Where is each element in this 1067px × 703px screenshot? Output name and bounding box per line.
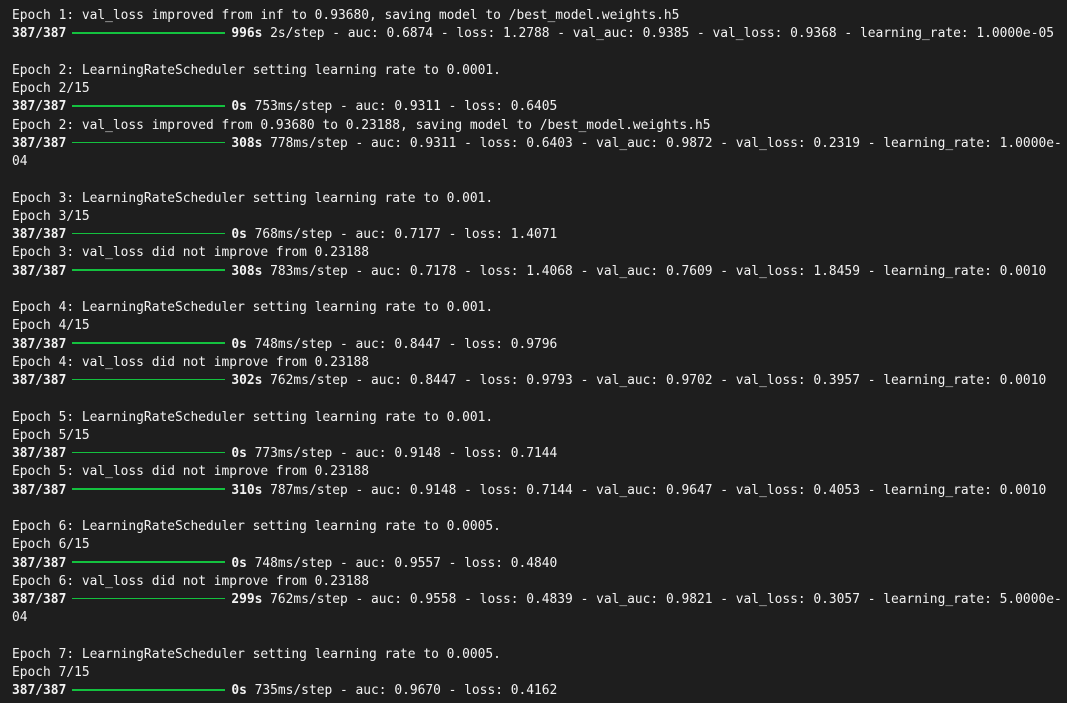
progress-line: 387/387 302s 762ms/step - auc: 0.8447 - l… — [12, 372, 1062, 390]
metrics-text: 748ms/step - auc: 0.8447 - loss: 0.9796 — [246, 336, 558, 352]
elapsed-time: 0s — [231, 683, 247, 699]
progress-bar — [72, 488, 226, 490]
step-counter: 387/387 — [12, 135, 67, 151]
log-line: Epoch 6/15 — [12, 537, 90, 553]
step-counter: 387/387 — [12, 446, 67, 461]
metrics-text: 783ms/step - auc: 0.7178 - loss: 1.4068 … — [262, 263, 1047, 279]
log-line: Epoch 4: LearningRateScheduler setting l… — [12, 300, 494, 315]
step-counter: 387/387 — [12, 336, 67, 352]
progress-bar — [72, 141, 226, 143]
log-line: Epoch 2: val_loss improved from 0.93680 … — [12, 117, 711, 133]
log-line: Epoch 1: val_loss improved from inf to 0… — [12, 8, 680, 23]
log-line: Epoch 6: LearningRateScheduler setting l… — [12, 519, 501, 534]
elapsed-time: 0s — [231, 555, 247, 571]
log-line: 04 — [12, 610, 28, 626]
progress-line: 387/387 308s 778ms/step - auc: 0.9311 - l… — [12, 135, 1062, 153]
metrics-text: 748ms/step - auc: 0.9557 - loss: 0.4840 — [246, 555, 558, 571]
metrics-text: 762ms/step - auc: 0.8447 - loss: 0.9793 … — [262, 373, 1047, 388]
elapsed-time: 310s — [231, 482, 263, 498]
metrics-text: 753ms/step - auc: 0.9311 - loss: 0.6405 — [246, 99, 558, 115]
log-line: Epoch 7: LearningRateScheduler setting l… — [12, 646, 501, 662]
progress-bar — [72, 597, 226, 600]
progress-line: 387/387 0s 753ms/step - auc: 0.9311 - los… — [12, 98, 1062, 116]
progress-line: 387/387 0s 768ms/step - auc: 0.7177 - los… — [12, 226, 1062, 244]
step-counter: 387/387 — [12, 227, 67, 242]
log-line: Epoch 5: LearningRateScheduler setting l… — [12, 409, 494, 425]
elapsed-time: 299s — [231, 592, 263, 607]
log-line: Epoch 3/15 — [12, 208, 90, 224]
progress-bar — [72, 232, 226, 235]
elapsed-time: 302s — [231, 373, 263, 388]
step-counter: 387/387 — [12, 482, 67, 498]
log-line: Epoch 5: val_loss did not improve from 0… — [12, 464, 369, 480]
progress-bar — [72, 32, 226, 34]
progress-line: 387/387 0s 748ms/step - auc: 0.9557 - los… — [12, 555, 1062, 573]
progress-line: 387/387 0s 773ms/step - auc: 0.9148 - los… — [12, 445, 1062, 463]
log-line: Epoch 2/15 — [12, 81, 90, 96]
progress-bar — [72, 269, 226, 271]
log-line: Epoch 3: LearningRateScheduler setting l… — [12, 190, 494, 206]
progress-bar — [72, 689, 226, 691]
progress-bar — [72, 561, 226, 563]
metrics-text: 787ms/step - auc: 0.9148 - loss: 0.7144 … — [262, 482, 1047, 498]
log-line: Epoch 5/15 — [12, 427, 90, 443]
progress-line: 387/387 0s 748ms/step - auc: 0.8447 - los… — [12, 336, 1062, 354]
metrics-text: 2s/step - auc: 0.6874 - loss: 1.2788 - v… — [262, 26, 1054, 42]
elapsed-time: 996s — [231, 26, 263, 42]
step-counter: 387/387 — [12, 592, 67, 607]
metrics-text: 773ms/step - auc: 0.9148 - loss: 0.7144 — [246, 446, 558, 461]
log-line: Epoch 7/15 — [12, 665, 90, 680]
step-counter: 387/387 — [12, 683, 67, 699]
log-line: 04 — [12, 154, 28, 169]
log-line: Epoch 2: LearningRateScheduler setting l… — [12, 62, 501, 78]
metrics-text: 768ms/step - auc: 0.7177 - loss: 1.4071 — [246, 227, 558, 242]
elapsed-time: 0s — [231, 99, 247, 115]
progress-line: 387/387 299s 762ms/step - auc: 0.9558 - l… — [12, 591, 1062, 609]
elapsed-time: 0s — [231, 336, 247, 352]
elapsed-time: 0s — [231, 227, 247, 242]
progress-bar — [72, 451, 226, 454]
progress-line: 387/387 310s 787ms/step - auc: 0.9148 - l… — [12, 482, 1062, 500]
log-line: Epoch 3: val_loss did not improve from 0… — [12, 245, 369, 261]
step-counter: 387/387 — [12, 373, 67, 388]
metrics-text: 762ms/step - auc: 0.9558 - loss: 0.4839 … — [262, 592, 1062, 607]
step-counter: 387/387 — [12, 555, 67, 571]
log-line: Epoch 4: val_loss did not improve from 0… — [12, 354, 369, 370]
step-counter: 387/387 — [12, 26, 67, 42]
progress-bar — [72, 378, 226, 381]
log-line: Epoch 6: val_loss did not improve from 0… — [12, 573, 369, 589]
progress-line: 387/387 996s 2s/step - auc: 0.6874 - loss… — [12, 25, 1062, 43]
progress-line: 387/387 0s 735ms/step - auc: 0.9670 - los… — [12, 682, 1062, 700]
progress-bar — [72, 105, 226, 107]
progress-line: 387/387 308s 783ms/step - auc: 0.7178 - l… — [12, 263, 1062, 281]
metrics-text: 735ms/step - auc: 0.9670 - loss: 0.4162 — [246, 683, 558, 699]
step-counter: 387/387 — [12, 99, 67, 115]
step-counter: 387/387 — [12, 263, 67, 279]
log-line: Epoch 4/15 — [12, 318, 90, 334]
elapsed-time: 308s — [231, 263, 263, 279]
elapsed-time: 308s — [231, 135, 263, 151]
training-log-output: Epoch 1: val_loss improved from inf to 0… — [12, 7, 1062, 701]
progress-bar — [72, 342, 226, 344]
metrics-text: 778ms/step - auc: 0.9311 - loss: 0.6403 … — [262, 135, 1062, 151]
elapsed-time: 0s — [231, 446, 247, 461]
